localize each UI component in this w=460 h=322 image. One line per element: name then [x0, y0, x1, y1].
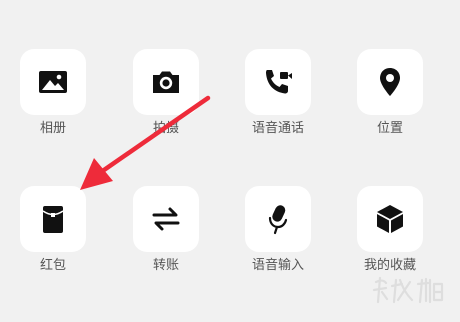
red-packet-tile[interactable]	[20, 186, 86, 252]
voice-input-tile[interactable]	[245, 186, 311, 252]
transfer-item[interactable]: 转账	[111, 186, 221, 296]
red-packet-label: 红包	[39, 258, 66, 273]
transfer-tile[interactable]	[133, 186, 199, 252]
favorites-tile[interactable]	[357, 186, 423, 252]
red-packet-icon	[42, 206, 64, 233]
camera-icon	[153, 71, 179, 93]
album-label: 相册	[39, 121, 66, 136]
camera-tile[interactable]	[133, 49, 199, 115]
transfer-icon	[152, 207, 180, 231]
voice-input-item[interactable]: 语音输入	[223, 186, 333, 296]
photo-album-icon	[39, 71, 67, 93]
voice-call-tile[interactable]	[245, 49, 311, 115]
location-item[interactable]: 位置	[335, 49, 445, 159]
red-packet-item[interactable]: 红包	[0, 186, 108, 296]
camera-label: 拍摄	[152, 121, 179, 136]
voice-input-label: 语音输入	[251, 258, 304, 273]
location-icon	[380, 68, 400, 96]
album-tile[interactable]	[20, 49, 86, 115]
voice-call-icon	[266, 70, 292, 94]
favorites-cube-icon	[377, 205, 403, 233]
transfer-label: 转账	[152, 258, 179, 273]
microphone-icon	[268, 205, 288, 235]
favorites-label: 我的收藏	[363, 258, 416, 273]
location-tile[interactable]	[357, 49, 423, 115]
voice-call-label: 语音通话	[251, 121, 304, 136]
album-item[interactable]: 相册	[0, 49, 108, 159]
watermark-logo	[372, 276, 444, 304]
voice-call-item[interactable]: 语音通话	[223, 49, 333, 159]
camera-item[interactable]: 拍摄	[111, 49, 221, 159]
location-label: 位置	[376, 121, 403, 136]
